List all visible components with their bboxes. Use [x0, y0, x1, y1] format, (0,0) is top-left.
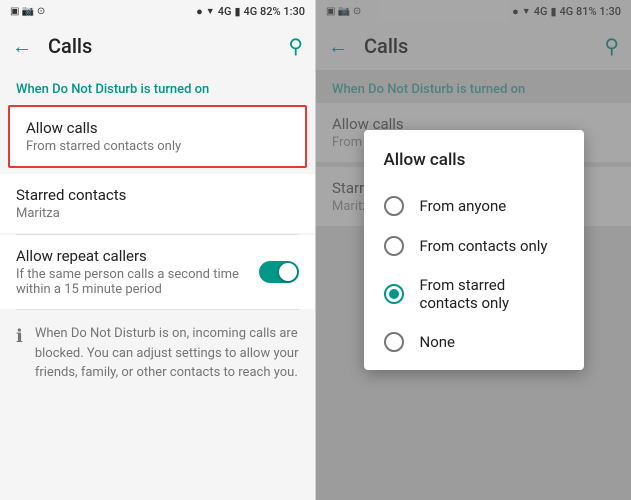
- divider-2: [16, 309, 299, 310]
- dialog-overlay: Allow calls From anyone From contacts on…: [316, 0, 631, 500]
- info-text: When Do Not Disturb is on, incoming call…: [35, 324, 299, 383]
- repeat-toggle[interactable]: [259, 261, 299, 283]
- option-anyone-label: From anyone: [420, 197, 507, 215]
- radio-starred-fill: [389, 289, 399, 299]
- right-panel: ▣ 📷 ⊙ ● ▼ 4G ▮ 4G 81% 1:30 ← Calls ⚲ Whe…: [316, 0, 631, 500]
- allow-repeat-item[interactable]: Allow repeat callers If the same person …: [0, 235, 315, 309]
- left-status-bar: ▣ 📷 ⊙ ● ▼ 4G ▮ 4G 82% 1:30: [0, 0, 315, 22]
- allow-calls-dialog: Allow calls From anyone From contacts on…: [364, 130, 584, 370]
- network-icon: ▼: [206, 6, 215, 17]
- repeat-subtitle: If the same person calls a second time w…: [16, 267, 247, 297]
- radio-anyone[interactable]: [384, 196, 404, 216]
- option-none-label: None: [420, 333, 456, 351]
- allow-calls-title: Allow calls: [26, 119, 289, 137]
- battery-icon: ▮: [234, 5, 240, 18]
- left-toolbar: ← Calls ⚲: [0, 22, 315, 70]
- info-icon: ℹ: [16, 326, 23, 383]
- dialog-title: Allow calls: [364, 150, 584, 186]
- dnd-section-header: When Do Not Disturb is turned on: [0, 70, 315, 103]
- radio-contacts[interactable]: [384, 236, 404, 256]
- battery-percent: 4G 82% 1:30: [244, 5, 305, 18]
- radio-starred[interactable]: [384, 284, 404, 304]
- signal-bars: 4G: [218, 5, 232, 18]
- starred-contacts-title: Starred contacts: [16, 186, 299, 204]
- back-button[interactable]: ←: [12, 34, 32, 59]
- radio-none[interactable]: [384, 332, 404, 352]
- allow-calls-item[interactable]: Allow calls From starred contacts only: [8, 105, 307, 168]
- starred-contacts-item[interactable]: Starred contacts Maritza: [0, 174, 315, 233]
- option-starred-label: From starred contacts only: [420, 276, 564, 312]
- info-box: ℹ When Do Not Disturb is on, incoming ca…: [0, 312, 315, 395]
- left-panel: ▣ 📷 ⊙ ● ▼ 4G ▮ 4G 82% 1:30 ← Calls ⚲ Whe…: [0, 0, 315, 500]
- notification-icons: ▣ 📷 ⊙: [10, 6, 45, 17]
- left-content: When Do Not Disturb is turned on Allow c…: [0, 70, 315, 500]
- repeat-title: Allow repeat callers: [16, 247, 247, 265]
- page-title: Calls: [48, 34, 288, 58]
- status-left-icons: ▣ 📷 ⊙: [10, 6, 45, 17]
- dialog-option-anyone[interactable]: From anyone: [364, 186, 584, 226]
- starred-contacts-subtitle: Maritza: [16, 206, 299, 221]
- allow-calls-subtitle: From starred contacts only: [26, 139, 289, 154]
- dialog-option-none[interactable]: None: [364, 322, 584, 362]
- search-button[interactable]: ⚲: [288, 34, 303, 58]
- repeat-text-block: Allow repeat callers If the same person …: [16, 247, 259, 297]
- status-right-info: ● ▼ 4G ▮ 4G 82% 1:30: [196, 5, 305, 18]
- signal-icon: ●: [196, 5, 203, 18]
- dialog-option-starred[interactable]: From starred contacts only: [364, 266, 584, 322]
- option-contacts-label: From contacts only: [420, 237, 548, 255]
- dialog-option-contacts[interactable]: From contacts only: [364, 226, 584, 266]
